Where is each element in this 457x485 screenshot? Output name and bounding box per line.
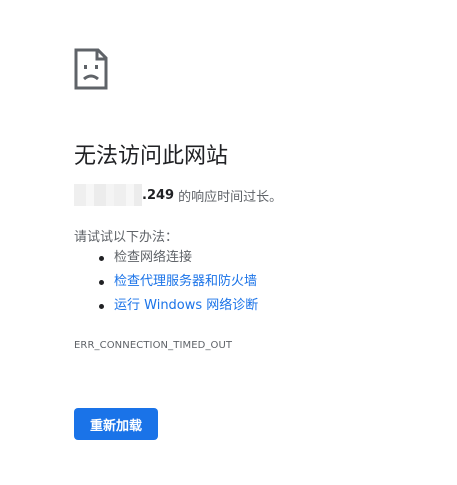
- error-detail: .249 的响应时间过长。: [74, 184, 282, 206]
- suggestions-list: 检查网络连接 检查代理服务器和防火墙 运行 Windows 网络诊断: [74, 248, 258, 320]
- suggestions-heading: 请试试以下办法：: [74, 230, 179, 245]
- detail-message: 的响应时间过长。: [178, 189, 283, 205]
- suggestion-check-network: 检查网络连接: [74, 248, 258, 272]
- reload-button[interactable]: 重新加载: [74, 408, 158, 440]
- sad-page-icon: [74, 48, 108, 90]
- error-code: ERR_CONNECTION_TIMED_OUT: [74, 340, 233, 351]
- page-title: 无法访问此网站: [74, 144, 229, 169]
- redacted-host: [74, 184, 142, 206]
- host-suffix: .249: [142, 187, 175, 203]
- suggestion-network-diagnostics-link[interactable]: 运行 Windows 网络诊断: [74, 296, 258, 320]
- suggestion-check-proxy-link[interactable]: 检查代理服务器和防火墙: [74, 272, 258, 296]
